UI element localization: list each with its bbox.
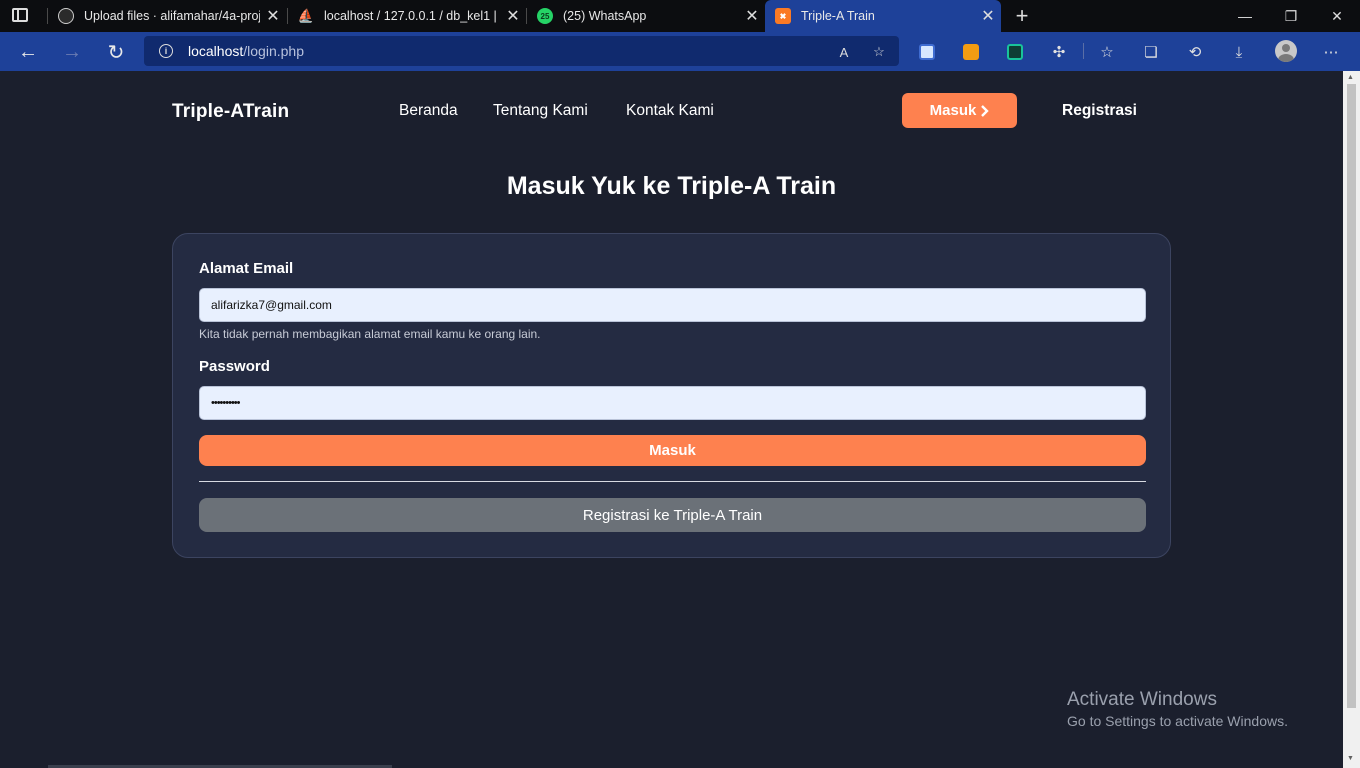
close-icon[interactable]: ✕ [975, 6, 1001, 26]
add-favorite-icon[interactable]: ☆ [869, 42, 889, 62]
phpmyadmin-icon: ⛵ [297, 8, 315, 23]
url-text[interactable]: localhost/login.php [188, 43, 304, 59]
tab-actions-icon[interactable] [12, 8, 28, 22]
downloads-icon[interactable]: ⤓ [1229, 42, 1249, 62]
tab-title: Triple-A Train [801, 9, 875, 23]
github-icon [58, 8, 74, 24]
password-label: Password [199, 358, 270, 375]
tab-title: Upload files · alifamahar/4a-proj [84, 9, 260, 23]
xampp-icon: ✖ [775, 8, 791, 24]
back-icon[interactable]: ← [16, 40, 40, 64]
history-icon[interactable]: ⟲ [1185, 42, 1205, 62]
email-help-text: Kita tidak pernah membagikan alamat emai… [199, 327, 541, 341]
extension-icon[interactable] [917, 42, 937, 62]
read-aloud-icon[interactable]: A [834, 42, 854, 62]
nav-login-button[interactable]: Masuk [902, 93, 1017, 128]
window-close-icon[interactable]: ✕ [1314, 0, 1360, 32]
password-field[interactable]: •••••••••• [199, 386, 1146, 420]
email-field[interactable]: alifarizka7@gmail.com [199, 288, 1146, 322]
extension-icon[interactable] [961, 42, 981, 62]
whatsapp-icon: 25 [537, 8, 553, 24]
scroll-up-icon[interactable]: ▲ [1347, 74, 1354, 81]
chevron-right-icon [981, 104, 990, 117]
close-icon[interactable]: ✕ [739, 6, 765, 26]
tab-whatsapp[interactable]: 25 (25) WhatsApp ✕ [527, 0, 765, 32]
favorites-icon[interactable]: ☆ [1097, 42, 1117, 62]
nav-link-beranda[interactable]: Beranda [399, 102, 458, 120]
scrollbar-thumb[interactable] [1347, 84, 1356, 708]
page-title: Masuk Yuk ke Triple-A Train [506, 172, 837, 200]
page-scrollbar[interactable]: ▲ ▼ [1343, 71, 1360, 768]
collections-icon[interactable]: ❏ [1141, 42, 1161, 62]
close-icon[interactable]: ✕ [260, 6, 286, 26]
watermark-subtitle: Go to Settings to activate Windows. [1067, 713, 1288, 729]
url-field[interactable]: i localhost/login.php A ☆ [144, 36, 899, 66]
profile-avatar[interactable] [1275, 40, 1297, 62]
tab-strip: Upload files · alifamahar/4a-proj ✕ ⛵ lo… [0, 0, 1360, 32]
tab-github[interactable]: Upload files · alifamahar/4a-proj ✕ [48, 0, 286, 32]
more-menu-icon[interactable]: ⋯ [1321, 42, 1341, 62]
email-label: Alamat Email [199, 260, 294, 277]
toolbar-separator [1083, 43, 1084, 59]
page-viewport: Triple-ATrain Beranda Tentang Kami Konta… [0, 71, 1343, 768]
extensions-puzzle-icon[interactable]: ✣ [1049, 42, 1069, 62]
nav-login-label: Masuk [929, 102, 977, 119]
site-info-icon[interactable]: i [159, 44, 173, 58]
forward-icon[interactable]: → [60, 40, 84, 64]
new-tab-icon[interactable]: + [1012, 3, 1032, 29]
tab-phpmyadmin[interactable]: ⛵ localhost / 127.0.0.1 / db_kel1 | p ✕ [288, 0, 526, 32]
watermark-title: Activate Windows [1067, 689, 1217, 710]
extension-icon[interactable] [1005, 42, 1025, 62]
refresh-icon[interactable]: ↻ [104, 40, 128, 64]
restore-icon[interactable]: ❐ [1268, 0, 1314, 32]
login-submit-button[interactable]: Masuk [199, 435, 1146, 466]
tab-title: (25) WhatsApp [563, 9, 647, 23]
windows-activation-watermark: Activate Windows Go to Settings to activ… [1067, 689, 1288, 729]
brand-logo[interactable]: Triple-ATrain [172, 101, 289, 123]
nav-link-kontak-kami[interactable]: Kontak Kami [626, 102, 714, 120]
login-form: Alamat Email alifarizka7@gmail.com Kita … [172, 233, 1171, 558]
scroll-down-icon[interactable]: ▼ [1347, 755, 1354, 762]
register-button[interactable]: Registrasi ke Triple-A Train [199, 498, 1146, 532]
tab-title: localhost / 127.0.0.1 / db_kel1 | p [324, 9, 500, 23]
tab-triple-a-train[interactable]: ✖ Triple-A Train ✕ [765, 0, 1001, 32]
minimize-icon[interactable]: — [1222, 0, 1268, 32]
nav-register-link[interactable]: Registrasi [1062, 102, 1137, 120]
nav-link-tentang-kami[interactable]: Tentang Kami [493, 102, 588, 120]
close-icon[interactable]: ✕ [500, 6, 526, 26]
divider [199, 481, 1146, 482]
